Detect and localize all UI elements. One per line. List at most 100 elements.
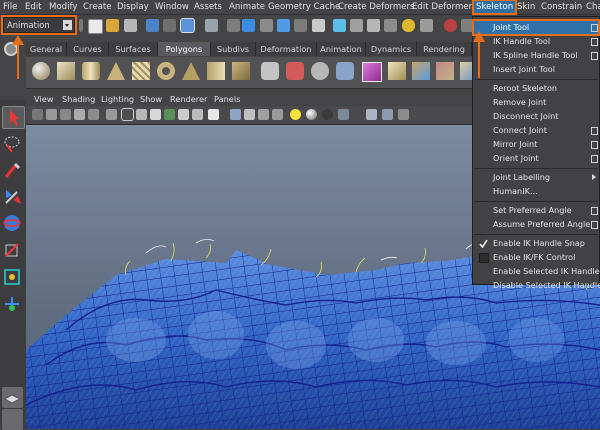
tab-dynamics[interactable]: Dynamics (366, 42, 417, 56)
shadows-icon[interactable] (306, 109, 317, 120)
four-view-layout-icon[interactable] (2, 409, 23, 430)
menu-character[interactable]: Cha (586, 1, 600, 13)
menu-item-mirror-joint[interactable]: Mirror Joint (493, 138, 537, 151)
select-component-icon[interactable] (180, 18, 195, 33)
menu-item-enable-ik-handle-snap[interactable]: Enable IK Handle Snap (493, 237, 585, 250)
ambient-occlusion-icon[interactable] (322, 109, 333, 120)
menu-skin[interactable]: Skin (517, 1, 535, 13)
menu-item-insert-joint-tool[interactable]: Insert Joint Tool (493, 63, 555, 76)
menu-edit-deformers[interactable]: Edit Deformers (412, 1, 477, 13)
scale-tool-icon[interactable] (2, 240, 23, 261)
unchecked-box-icon[interactable] (479, 253, 489, 263)
bookmark-icon[interactable] (60, 109, 71, 120)
boolean-icon[interactable] (336, 62, 354, 80)
xray-joints-icon[interactable] (398, 109, 409, 120)
use-default-light-icon[interactable] (290, 109, 301, 120)
select-tool-icon[interactable] (2, 106, 25, 129)
menu-item-disable-selected-ik-handles[interactable]: Disable Selected IK Handles (493, 279, 600, 292)
poly-plane-icon[interactable] (132, 62, 150, 80)
lock-icon[interactable] (402, 19, 415, 32)
menu-item-disconnect-joint[interactable]: Disconnect Joint (493, 110, 558, 123)
rotate-tool-icon[interactable] (2, 213, 23, 234)
option-box-icon[interactable] (591, 38, 598, 46)
tab-curves[interactable]: Curves (67, 42, 109, 56)
select-hierarchy-icon[interactable] (146, 19, 159, 32)
menu-create-deformers[interactable]: Create Deformers (338, 1, 415, 13)
poly-pipe-icon[interactable] (232, 62, 250, 80)
poly-sphere-icon[interactable] (32, 62, 50, 80)
field-chart-icon[interactable] (178, 109, 189, 120)
bridge-icon[interactable] (412, 62, 430, 80)
safe-action-icon[interactable] (192, 109, 203, 120)
textured-icon[interactable] (272, 109, 283, 120)
snap-point-icon[interactable] (277, 19, 290, 32)
menu-geometry-cache[interactable]: Geometry Cache (268, 1, 340, 13)
option-box-icon[interactable] (591, 52, 598, 60)
tab-subdivs[interactable]: Subdivs (211, 42, 256, 56)
move-tool-icon[interactable] (2, 186, 23, 207)
menu-item-humanik[interactable]: HumanIK... (493, 185, 538, 198)
grease-pencil-icon[interactable] (106, 109, 117, 120)
snap-surface-icon[interactable] (312, 19, 325, 32)
menu-item-orient-joint[interactable]: Orient Joint (493, 152, 539, 165)
menu-display[interactable]: Display (117, 1, 149, 13)
tab-surfaces[interactable]: Surfaces (109, 42, 158, 56)
new-scene-icon[interactable] (88, 19, 103, 34)
poly-torus-icon[interactable] (157, 62, 175, 80)
save-scene-icon[interactable] (124, 19, 137, 32)
mask-icon[interactable] (205, 19, 218, 32)
panel-menu-shading[interactable]: Shading (62, 93, 95, 106)
film-gate-icon[interactable] (136, 109, 147, 120)
menu-icon[interactable] (227, 19, 240, 32)
grid-icon[interactable] (121, 108, 134, 121)
menu-item-connect-joint[interactable]: Connect Joint (493, 124, 547, 137)
panel-menu-panels[interactable]: Panels (214, 93, 240, 106)
poly-cylinder-icon[interactable] (82, 62, 100, 80)
option-box-icon[interactable] (591, 127, 598, 135)
render-settings-icon[interactable] (420, 19, 433, 32)
menu-create[interactable]: Create (83, 1, 112, 13)
poly-cube-icon[interactable] (57, 62, 75, 80)
universal-manipulator-icon[interactable] (2, 267, 23, 288)
menu-modify[interactable]: Modify (49, 1, 77, 13)
menu-window[interactable]: Window (155, 1, 189, 13)
append-polygon-icon[interactable] (436, 62, 454, 80)
menu-item-remove-joint[interactable]: Remove Joint (493, 96, 546, 109)
soft-mod-icon[interactable] (2, 294, 23, 315)
xray-icon[interactable] (382, 109, 393, 120)
panel-menu-view[interactable]: View (34, 93, 53, 106)
poly-pyramid-icon[interactable] (182, 62, 200, 80)
menu-edit[interactable]: Edit (25, 1, 42, 13)
option-box-icon[interactable] (591, 155, 598, 163)
menu-item-set-preferred-angle[interactable]: Set Preferred Angle (493, 204, 572, 217)
smooth-icon[interactable] (311, 62, 329, 80)
menu-item-assume-preferred-angle[interactable]: Assume Preferred Angle (493, 218, 590, 231)
resolution-gate-icon[interactable] (150, 109, 161, 120)
panel-menu-lighting[interactable]: Lighting (101, 93, 134, 106)
checkmark-icon[interactable] (479, 239, 488, 248)
image-plane-icon[interactable] (74, 109, 85, 120)
tab-deformation[interactable]: Deformation (256, 42, 317, 56)
single-perspective-layout-icon[interactable] (2, 387, 23, 408)
history-icon[interactable] (333, 19, 346, 32)
menu-set-dropdown[interactable]: Animation (1, 15, 77, 35)
combine-icon[interactable] (261, 62, 279, 80)
open-scene-icon[interactable] (106, 19, 119, 32)
menu-item-ik-spline-handle-tool[interactable]: IK Spline Handle Tool (493, 49, 578, 62)
paint-select-icon[interactable] (2, 160, 23, 181)
option-box-icon[interactable] (591, 141, 598, 149)
select-object-icon[interactable] (163, 19, 176, 32)
menu-assets[interactable]: Assets (194, 1, 222, 13)
option-box-icon[interactable] (591, 207, 598, 215)
tab-general[interactable]: General (26, 42, 67, 56)
render-icon[interactable] (444, 19, 457, 32)
2d-pan-zoom-icon[interactable] (88, 109, 99, 120)
menu-item-ik-handle-tool[interactable]: IK Handle Tool (493, 35, 550, 48)
select-camera-icon[interactable] (32, 109, 43, 120)
poly-cone-icon[interactable] (107, 62, 125, 80)
wireframe-on-shaded-icon[interactable] (258, 109, 269, 120)
motion-blur-icon[interactable] (338, 109, 349, 120)
menu-skeleton[interactable]: Skeleton (471, 0, 518, 15)
panel-menu-show[interactable]: Show (140, 93, 162, 106)
construction-history-icon[interactable] (384, 19, 397, 32)
